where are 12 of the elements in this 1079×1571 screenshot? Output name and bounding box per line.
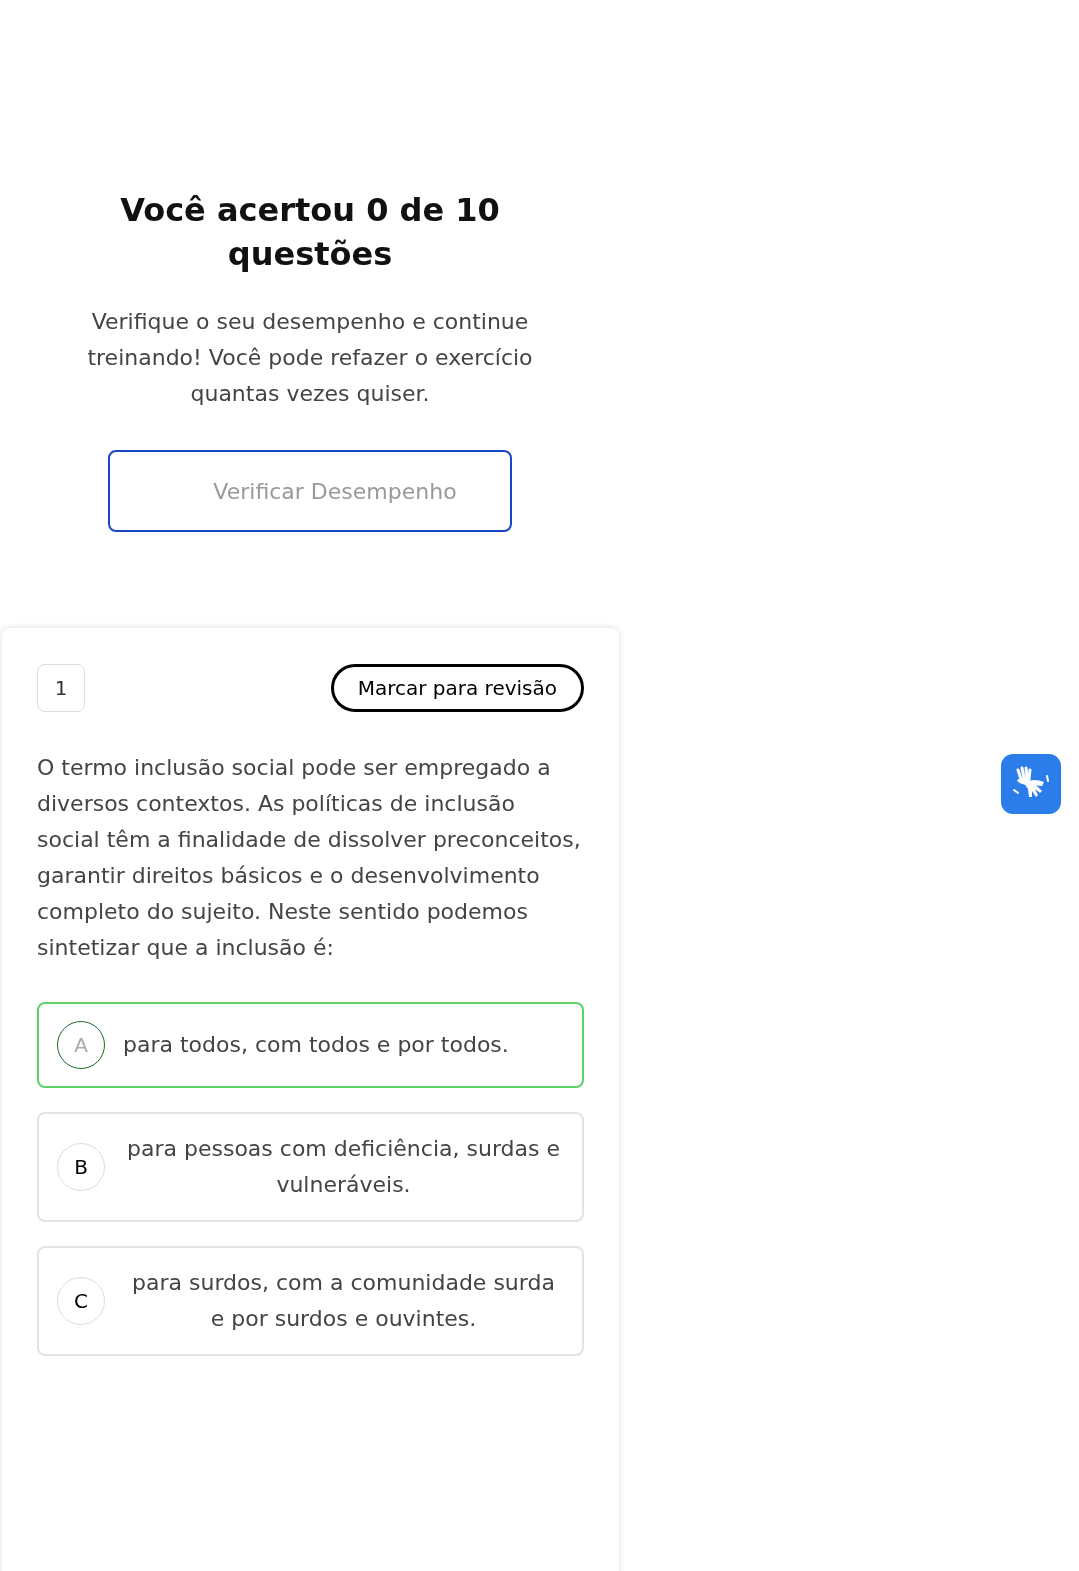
result-message: Verifique o seu desempenho e continue treinando! Você pode refazer o exercício quantas vezes quiser. — [86, 308, 534, 408]
question-number: 1 — [37, 664, 85, 712]
option-text: para pessoas com deficiência, surdas e vulneráveis. — [126, 1135, 561, 1199]
option-text: para todos, com todos e por todos. — [123, 1031, 510, 1059]
option-text: para surdos, com a comunidade surda e por surdos e ouvintes. — [131, 1269, 556, 1333]
answer-option[interactable]: C para surdos, com a comunidade surda e por surdos e ouvintes. — [37, 1246, 584, 1356]
result-heading: Você acertou 0 de 10 questões — [119, 190, 501, 275]
answer-option[interactable]: B para pessoas com deficiência, surdas e vulneráveis. — [37, 1112, 584, 1222]
mark-for-review-button[interactable]: Marcar para revisão — [330, 664, 584, 712]
answer-option[interactable]: A para todos, com todos e por todos. — [37, 1002, 584, 1088]
sign-language-button[interactable] — [1001, 754, 1061, 814]
question-text: O termo inclusão social pode ser empregado a diversos contextos. As políticas de inclusão social têm a finalidade de dissolver preconceitos, garantir direitos básicos e o desenvolvimento completo do sujeito. Neste sentido podemos sintetizar que a inclusão é: — [37, 754, 582, 962]
